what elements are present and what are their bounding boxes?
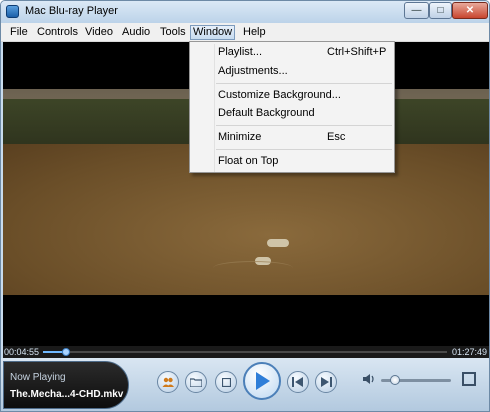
menu-separator — [216, 149, 392, 150]
play-button[interactable] — [243, 362, 281, 400]
stop-button[interactable] — [215, 371, 237, 393]
previous-button[interactable] — [287, 371, 309, 393]
seek-track[interactable] — [43, 348, 447, 356]
seek-handle[interactable] — [61, 348, 70, 356]
now-playing-label: Now Playing — [10, 372, 66, 383]
menu-bar: File Controls Video Audio Tools Window H… — [1, 23, 489, 42]
next-button[interactable] — [315, 371, 337, 393]
minimize-button[interactable]: — — [404, 2, 429, 19]
menu-file[interactable]: File — [8, 25, 30, 40]
menu-controls[interactable]: Controls — [35, 25, 80, 40]
close-icon: ✕ — [465, 5, 475, 16]
menu-item-default-background[interactable]: Default Background — [218, 107, 315, 119]
now-playing-file: The.Mecha...4-CHD.mkv — [10, 389, 124, 400]
current-time: 00:04:55 — [4, 347, 40, 357]
app-window: Mac Blu-ray Player — □ ✕ File Controls V… — [0, 0, 490, 412]
seek-bar[interactable]: 00:04:55 01:27:49 — [3, 346, 489, 358]
menu-audio[interactable]: Audio — [120, 25, 152, 40]
menu-item-adjustments[interactable]: Adjustments... — [218, 65, 288, 77]
menu-tools[interactable]: Tools — [158, 25, 188, 40]
users-button[interactable] — [157, 371, 179, 393]
menu-separator — [216, 83, 392, 84]
boat-shape — [267, 239, 289, 247]
maximize-button[interactable]: □ — [429, 2, 452, 19]
next-icon — [321, 377, 332, 387]
previous-icon — [292, 377, 303, 387]
menu-item-minimize-shortcut: Esc — [327, 131, 346, 143]
menu-item-playlist[interactable]: Playlist... — [218, 46, 262, 58]
open-button[interactable] — [185, 371, 207, 393]
window-menu-dropdown: Playlist... Ctrl+Shift+P Adjustments... … — [189, 41, 395, 173]
app-icon — [6, 5, 19, 18]
title-bar[interactable]: Mac Blu-ray Player — □ ✕ — [1, 1, 489, 23]
menu-video[interactable]: Video — [83, 25, 115, 40]
maximize-icon: □ — [437, 5, 444, 16]
close-button[interactable]: ✕ — [452, 2, 488, 19]
play-icon — [256, 372, 270, 390]
volume-icon[interactable] — [362, 372, 376, 386]
fullscreen-icon[interactable] — [462, 372, 476, 386]
window-title: Mac Blu-ray Player — [25, 5, 118, 17]
menu-separator — [216, 125, 392, 126]
minimize-icon: — — [411, 5, 422, 16]
volume-handle[interactable] — [390, 375, 400, 385]
volume-slider[interactable] — [381, 375, 451, 385]
menu-window[interactable]: Window — [190, 25, 236, 40]
menu-help[interactable]: Help — [241, 25, 268, 40]
menu-item-playlist-shortcut: Ctrl+Shift+P — [327, 46, 387, 58]
menu-item-customize-background[interactable]: Customize Background... — [218, 89, 341, 101]
menu-item-float-on-top[interactable]: Float on Top — [218, 155, 278, 167]
users-icon — [162, 377, 174, 387]
menu-item-minimize[interactable]: Minimize — [218, 131, 261, 143]
control-bar: Now Playing The.Mecha...4-CHD.mkv — [1, 358, 489, 411]
stop-icon — [221, 377, 231, 387]
now-playing-panel: Now Playing The.Mecha...4-CHD.mkv — [3, 361, 129, 409]
duration-time: 01:27:49 — [451, 347, 487, 357]
folder-icon — [190, 378, 202, 387]
